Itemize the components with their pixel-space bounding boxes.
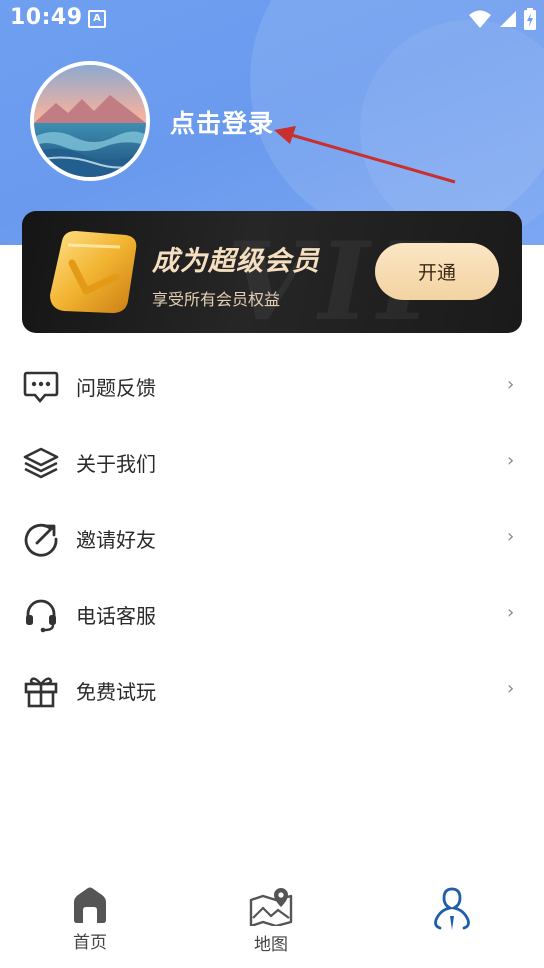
chevron-right-icon: › xyxy=(507,374,515,395)
chevron-right-icon: › xyxy=(507,450,515,471)
menu-label-phone-support: 电话客服 xyxy=(76,604,156,628)
menu-label-about: 关于我们 xyxy=(76,452,156,476)
notification-icon: A xyxy=(88,10,106,28)
layers-icon xyxy=(22,444,60,482)
settings-menu: 问题反馈 › 关于我们 › 邀请好友 › 电话客服 › 免费试玩 › xyxy=(0,348,544,728)
menu-item-about[interactable]: 关于我们 › xyxy=(0,424,544,500)
map-icon xyxy=(249,888,293,926)
avatar[interactable] xyxy=(30,61,150,181)
bottom-tab-bar: 首页 地图 xyxy=(0,876,544,968)
vip-subtitle: 享受所有会员权益 xyxy=(152,290,281,309)
login-link[interactable]: 点击登录 xyxy=(170,104,274,140)
signal-icon xyxy=(500,11,516,27)
tab-label-map: 地图 xyxy=(254,935,288,955)
chevron-right-icon: › xyxy=(507,602,515,623)
menu-label-free-trial: 免费试玩 xyxy=(76,680,156,704)
tab-home[interactable]: 首页 xyxy=(45,886,135,953)
status-icons xyxy=(468,8,536,30)
status-bar: 10:49 A xyxy=(0,0,544,36)
menu-item-free-trial[interactable]: 免费试玩 › xyxy=(0,652,544,728)
chevron-right-icon: › xyxy=(507,678,515,699)
menu-item-phone-support[interactable]: 电话客服 › xyxy=(0,576,544,652)
gift-icon xyxy=(22,672,60,710)
wifi-icon xyxy=(469,10,491,28)
menu-item-feedback[interactable]: 问题反馈 › xyxy=(0,348,544,424)
status-time: 10:49 xyxy=(10,5,83,30)
tab-map[interactable]: 地图 xyxy=(226,886,316,955)
battery-icon xyxy=(524,8,536,30)
crown-gem-icon xyxy=(50,231,137,313)
profile-icon xyxy=(434,887,470,930)
avatar-image xyxy=(34,65,146,177)
vip-title: 成为超级会员 xyxy=(152,246,320,277)
red-arrow-annotation xyxy=(274,126,456,184)
chevron-right-icon: › xyxy=(507,526,515,547)
share-icon xyxy=(22,520,60,558)
vip-open-button[interactable]: 开通 xyxy=(375,243,499,300)
menu-label-feedback: 问题反馈 xyxy=(76,376,156,400)
menu-item-invite[interactable]: 邀请好友 › xyxy=(0,500,544,576)
menu-label-invite: 邀请好友 xyxy=(76,528,156,552)
home-icon xyxy=(74,887,106,923)
vip-card[interactable]: VIP 成为超级会员 享受所有会员权益 开通 xyxy=(22,211,522,333)
headset-icon xyxy=(22,596,60,634)
tab-profile[interactable] xyxy=(407,886,497,936)
tab-label-home: 首页 xyxy=(73,933,107,953)
feedback-icon xyxy=(22,368,60,406)
